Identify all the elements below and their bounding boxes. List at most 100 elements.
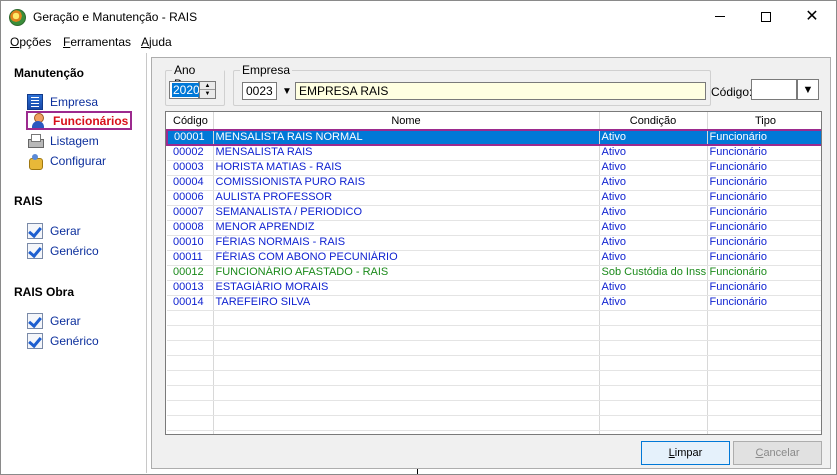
cell-condicao: Ativo bbox=[599, 175, 708, 191]
table-row[interactable]: 00012 FUNCIONÁRIO AFASTADO - RAIS Sob Cust… bbox=[167, 265, 821, 281]
close-icon: ✕ bbox=[805, 7, 819, 25]
cell-tipo: Funcionário bbox=[707, 265, 821, 281]
window-title: Geração e Manutenção - RAIS bbox=[33, 10, 198, 24]
check-icon bbox=[27, 243, 43, 259]
cell-codigo: 00004 bbox=[167, 175, 214, 191]
empty-cell bbox=[213, 310, 600, 326]
table-row[interactable]: 00011 FÉRIAS COM ABONO PECUNIÁRIO Ativo Fun… bbox=[167, 250, 821, 266]
empty-table-row bbox=[167, 370, 821, 386]
close-button[interactable]: ✕ bbox=[789, 1, 835, 32]
empty-cell bbox=[213, 415, 600, 431]
limpar-button[interactable]: Limpar bbox=[641, 441, 730, 465]
table-row[interactable]: 00008 MENOR APRENDIZ Ativo Funcionário bbox=[167, 220, 821, 236]
cell-tipo: Funcionário bbox=[707, 220, 821, 236]
cell-tipo: Funcionário bbox=[707, 205, 821, 221]
empresa-dropdown-button[interactable]: ▼ bbox=[280, 82, 294, 100]
chevron-down-icon: ▼ bbox=[802, 83, 814, 96]
building-icon bbox=[27, 94, 43, 110]
empty-table-row bbox=[167, 385, 821, 401]
person-icon bbox=[30, 112, 46, 129]
empty-cell bbox=[707, 400, 821, 416]
codigo-label: Código: bbox=[711, 85, 753, 99]
empty-table-row bbox=[167, 415, 821, 431]
sidebar-item-funcionarios[interactable]: Funcionários bbox=[26, 111, 133, 130]
ano-base-input[interactable]: 2020 bbox=[169, 81, 201, 99]
section-title-rais: RAIS bbox=[14, 194, 43, 208]
empty-cell bbox=[599, 340, 708, 356]
cancelar-button[interactable]: Cancelar bbox=[733, 441, 822, 465]
sidebar-item-obra-generico[interactable]: Genérico bbox=[27, 332, 99, 350]
codigo-dropdown-button[interactable]: ▼ bbox=[797, 79, 819, 100]
empty-cell bbox=[707, 385, 821, 401]
cell-condicao: Ativo bbox=[599, 129, 708, 146]
table-header: Código Nome Condição Tipo bbox=[167, 112, 821, 131]
cell-nome: ESTAGIÁRIO MORAIS bbox=[213, 280, 600, 296]
empty-cell bbox=[167, 325, 214, 341]
empresa-name-field[interactable]: EMPRESA RAIS bbox=[295, 82, 706, 100]
column-header-tipo[interactable]: Tipo bbox=[707, 112, 821, 131]
main-panel: Ano Base 2020 ▲ ▼ Empresa 0023 ▼ EMPRESA… bbox=[151, 57, 831, 469]
table-row[interactable]: 00014 TAREFEIRO SILVA Ativo Funcionário bbox=[167, 295, 821, 311]
column-header-codigo[interactable]: Código bbox=[167, 112, 214, 131]
cell-nome: SEMANALISTA / PERIODICO bbox=[213, 205, 600, 221]
sidebar-item-rais-gerar[interactable]: Gerar bbox=[27, 222, 81, 240]
check-icon bbox=[27, 223, 43, 239]
empresa-code-field[interactable]: 0023 bbox=[242, 82, 277, 100]
empty-cell bbox=[213, 325, 600, 341]
empty-cell bbox=[599, 310, 708, 326]
empty-cell bbox=[167, 415, 214, 431]
spin-down-icon[interactable]: ▼ bbox=[200, 90, 215, 98]
table-row[interactable]: 00001 MENSALISTA RAIS NORMAL Ativo Funcioná… bbox=[166, 129, 821, 146]
empty-cell bbox=[599, 415, 708, 431]
menu-ajuda[interactable]: Ajuda bbox=[141, 35, 172, 49]
app-window: Geração e Manutenção - RAIS ✕ Opções Fer… bbox=[0, 0, 837, 475]
cell-codigo: 00014 bbox=[167, 295, 214, 311]
ano-base-spinner[interactable]: ▲ ▼ bbox=[199, 81, 216, 99]
cell-nome: COMISSIONISTA PURO RAIS bbox=[213, 175, 600, 191]
cell-condicao: Ativo bbox=[599, 280, 708, 296]
empty-table-row bbox=[167, 400, 821, 416]
empty-table-row bbox=[167, 355, 821, 371]
sidebar-item-listagem[interactable]: Listagem bbox=[27, 132, 99, 150]
employees-table: Código Nome Condição Tipo 00001 MENSALIST… bbox=[166, 112, 821, 434]
sidebar-item-rais-generico[interactable]: Genérico bbox=[27, 242, 99, 260]
empty-cell bbox=[707, 430, 821, 434]
table-row[interactable]: 00007 SEMANALISTA / PERIODICO Ativo Funcion… bbox=[167, 205, 821, 221]
cell-codigo: 00013 bbox=[167, 280, 214, 296]
text-cursor bbox=[417, 469, 418, 474]
empty-cell bbox=[213, 355, 600, 371]
table-row[interactable]: 00010 FÉRIAS NORMAIS - RAIS Ativo Funcionár… bbox=[167, 235, 821, 251]
empty-table-row bbox=[167, 340, 821, 356]
printer-icon bbox=[27, 133, 44, 149]
cell-codigo: 00010 bbox=[167, 235, 214, 251]
empty-cell bbox=[213, 430, 600, 434]
sidebar-item-obra-gerar[interactable]: Gerar bbox=[27, 312, 81, 330]
cell-codigo: 00001 bbox=[166, 129, 214, 146]
table-row[interactable]: 00006 AULISTA PROFESSOR Ativo Funcionário bbox=[167, 190, 821, 206]
sidebar-item-configurar[interactable]: Configurar bbox=[27, 152, 106, 170]
table-row[interactable]: 00004 COMISSIONISTA PURO RAIS Ativo Funcion… bbox=[167, 175, 821, 191]
sidebar-item-empresa[interactable]: Empresa bbox=[27, 93, 98, 111]
menu-ferramentas[interactable]: Ferramentas bbox=[63, 35, 131, 49]
empty-cell bbox=[707, 340, 821, 356]
empty-cell bbox=[167, 310, 214, 326]
codigo-input[interactable] bbox=[751, 79, 797, 100]
cell-tipo: Funcionário bbox=[707, 190, 821, 206]
table-row[interactable]: 00002 MENSALISTA RAIS Ativo Funcionário bbox=[167, 145, 821, 161]
empty-cell bbox=[707, 355, 821, 371]
empty-cell bbox=[213, 340, 600, 356]
empty-table-row bbox=[167, 325, 821, 341]
spin-up-icon[interactable]: ▲ bbox=[200, 82, 215, 90]
menu-opcoes[interactable]: Opções bbox=[10, 35, 51, 49]
cell-condicao: Ativo bbox=[599, 205, 708, 221]
column-header-nome[interactable]: Nome bbox=[213, 112, 600, 131]
empty-cell bbox=[167, 370, 214, 386]
table-row[interactable]: 00003 HORISTA MATIAS - RAIS Ativo Funcionár… bbox=[167, 160, 821, 176]
column-header-condicao[interactable]: Condição bbox=[599, 112, 708, 131]
cell-condicao: Ativo bbox=[599, 250, 708, 266]
maximize-button[interactable] bbox=[743, 1, 789, 32]
table-row[interactable]: 00013 ESTAGIÁRIO MORAIS Ativo Funcionário bbox=[167, 280, 821, 296]
minimize-button[interactable] bbox=[697, 1, 743, 32]
empty-cell bbox=[167, 340, 214, 356]
cell-nome: MENSALISTA RAIS bbox=[213, 145, 600, 161]
